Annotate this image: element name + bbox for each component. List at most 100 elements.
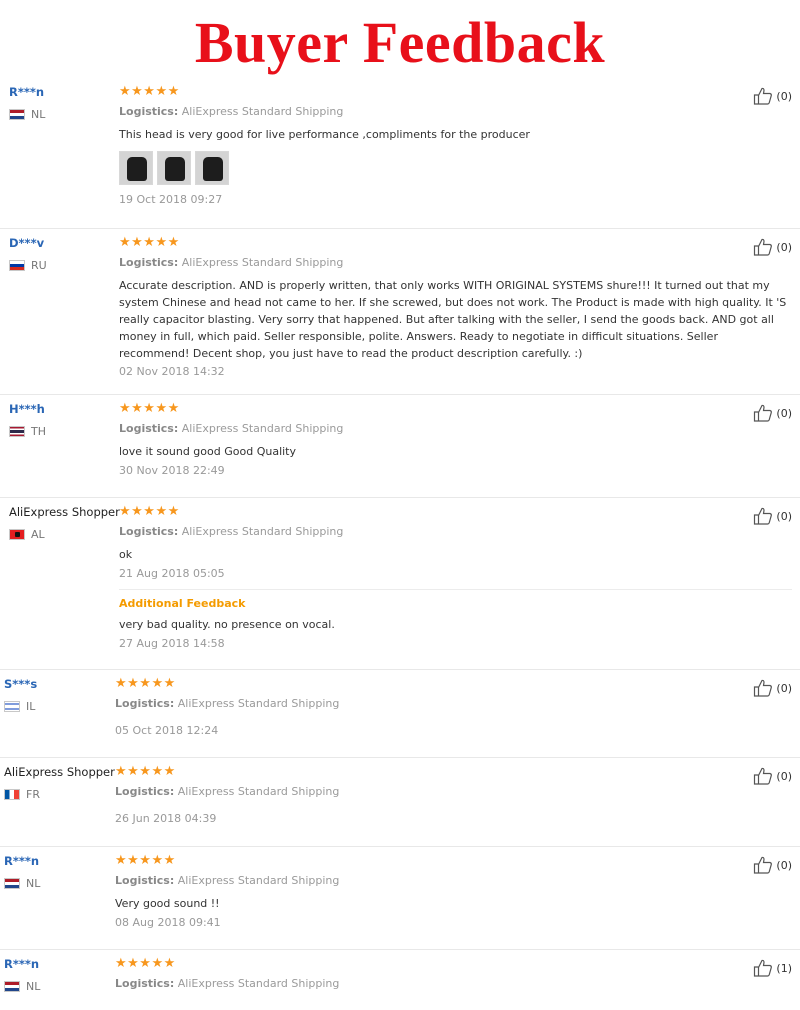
like-button[interactable]: (1) xyxy=(753,959,792,977)
flag-nl-icon xyxy=(9,109,25,120)
logistics-info: Logistics: AliExpress Standard Shipping xyxy=(119,256,740,269)
logistics-value: AliExpress Standard Shipping xyxy=(177,977,340,990)
review-item: H***h TH ★★★★★ Logistics: AliExpress Sta… xyxy=(0,395,800,498)
star-rating: ★★★★★ xyxy=(115,676,176,691)
flag-fr-icon xyxy=(4,789,20,800)
star-rating: ★★★★★ xyxy=(119,235,180,250)
review-content: ★★★★★ Logistics: AliExpress Standard Shi… xyxy=(115,853,740,930)
reviewer-info: D***v RU xyxy=(9,236,47,272)
like-button[interactable]: (0) xyxy=(753,238,792,256)
thumbs-up-icon xyxy=(754,507,773,525)
thumbs-up-icon xyxy=(754,87,773,105)
flag-ru-icon xyxy=(9,260,25,271)
like-count: (0) xyxy=(776,406,792,420)
logistics-value: AliExpress Standard Shipping xyxy=(181,105,344,118)
flag-th-icon xyxy=(9,426,25,437)
logistics-value: AliExpress Standard Shipping xyxy=(177,874,340,887)
flag-nl-icon xyxy=(4,878,20,889)
like-button[interactable]: (0) xyxy=(753,767,792,785)
review-date: 26 Jun 2018 04:39 xyxy=(115,812,217,825)
reviewer-name[interactable]: S***s xyxy=(4,677,37,691)
review-content: ★★★★★ Logistics: AliExpress Standard Shi… xyxy=(119,401,740,478)
thumbs-up-icon xyxy=(754,767,773,785)
logistics-value: AliExpress Standard Shipping xyxy=(181,525,344,538)
review-date: 19 Oct 2018 09:27 xyxy=(119,193,223,206)
logistics-info: Logistics: AliExpress Standard Shipping xyxy=(115,874,740,887)
country-code: IL xyxy=(26,700,36,713)
star-rating: ★★★★★ xyxy=(119,401,180,416)
review-photo[interactable] xyxy=(119,151,153,185)
reviewer-info: AliExpress Shopper FR xyxy=(4,765,115,801)
like-count: (0) xyxy=(776,681,792,695)
review-text: Accurate description. AND is properly wr… xyxy=(119,279,787,360)
reviewer-country: AL xyxy=(9,528,120,541)
thumbs-up-icon xyxy=(754,679,773,697)
reviewer-name[interactable]: AliExpress Shopper xyxy=(9,505,120,519)
logistics-info: Logistics: AliExpress Standard Shipping xyxy=(115,785,740,798)
review-item: D***v RU ★★★★★ Logistics: AliExpress Sta… xyxy=(0,229,800,395)
review-content: ★★★★★ Logistics: AliExpress Standard Shi… xyxy=(119,85,740,206)
review-content: ★★★★★ Logistics: AliExpress Standard Shi… xyxy=(119,505,792,650)
additional-feedback-text: very bad quality. no presence on vocal. xyxy=(119,618,335,631)
review-photos xyxy=(119,151,740,185)
star-rating: ★★★★★ xyxy=(115,853,176,868)
review-item: AliExpress Shopper AL ★★★★★ Logistics: A… xyxy=(0,498,800,670)
logistics-label: Logistics: xyxy=(119,525,179,538)
reviewer-name[interactable]: R***n xyxy=(4,854,40,868)
like-button[interactable]: (0) xyxy=(753,679,792,697)
thumbs-up-icon xyxy=(754,959,773,977)
review-date: 05 Oct 2018 12:24 xyxy=(115,724,219,737)
like-button[interactable]: (0) xyxy=(753,87,792,105)
reviewer-country: NL xyxy=(4,877,40,890)
reviewer-name[interactable]: D***v xyxy=(9,236,47,250)
review-date: 30 Nov 2018 22:49 xyxy=(119,464,225,477)
additional-feedback-divider xyxy=(119,589,792,590)
like-count: (0) xyxy=(776,509,792,523)
reviewer-info: R***n NL xyxy=(4,957,40,993)
country-code: AL xyxy=(31,528,45,541)
country-code: NL xyxy=(26,980,41,993)
review-content: ★★★★★ Logistics: AliExpress Standard Shi… xyxy=(119,235,786,379)
reviewer-country: NL xyxy=(9,108,45,121)
review-text: ok xyxy=(119,548,133,561)
reviewer-info: R***n NL xyxy=(4,854,40,890)
logistics-value: AliExpress Standard Shipping xyxy=(177,697,340,710)
reviewer-name[interactable]: AliExpress Shopper xyxy=(4,765,115,779)
feedback-list: R***n NL ★★★★★ Logistics: AliExpress Sta… xyxy=(0,78,800,1010)
reviewer-country: NL xyxy=(4,980,40,993)
review-item: R***n NL ★★★★★ Logistics: AliExpress Sta… xyxy=(0,847,800,950)
like-count: (0) xyxy=(776,769,792,783)
review-photo[interactable] xyxy=(157,151,191,185)
logistics-label: Logistics: xyxy=(119,105,179,118)
review-item: AliExpress Shopper FR ★★★★★ Logistics: A… xyxy=(0,758,800,847)
reviewer-name[interactable]: H***h xyxy=(9,402,46,416)
thumbs-up-icon xyxy=(754,238,773,256)
reviewer-name[interactable]: R***n xyxy=(4,957,40,971)
flag-nl-icon xyxy=(4,981,20,992)
country-code: FR xyxy=(26,788,40,801)
logistics-label: Logistics: xyxy=(115,977,175,990)
logistics-label: Logistics: xyxy=(115,874,175,887)
thumbs-up-icon xyxy=(754,404,773,422)
logistics-label: Logistics: xyxy=(115,785,175,798)
review-content: ★★★★★ Logistics: AliExpress Standard Shi… xyxy=(115,676,740,738)
review-photo[interactable] xyxy=(195,151,229,185)
like-count: (1) xyxy=(776,961,792,975)
country-code: RU xyxy=(31,259,47,272)
logistics-value: AliExpress Standard Shipping xyxy=(177,785,340,798)
logistics-info: Logistics: AliExpress Standard Shipping xyxy=(119,105,740,118)
like-button[interactable]: (0) xyxy=(753,507,792,525)
reviewer-name[interactable]: R***n xyxy=(9,85,45,99)
like-button[interactable]: (0) xyxy=(753,404,792,422)
logistics-info: Logistics: AliExpress Standard Shipping xyxy=(115,977,740,990)
reviewer-info: R***n NL xyxy=(9,85,45,121)
reviewer-info: AliExpress Shopper AL xyxy=(9,505,120,541)
star-rating: ★★★★★ xyxy=(119,84,180,99)
additional-feedback-title: Additional Feedback xyxy=(119,597,246,610)
like-button[interactable]: (0) xyxy=(753,856,792,874)
thumbs-up-icon xyxy=(754,856,773,874)
country-code: NL xyxy=(26,877,41,890)
flag-al-icon xyxy=(9,529,25,540)
reviewer-info: S***s IL xyxy=(4,677,37,713)
review-text: This head is very good for live performa… xyxy=(119,128,530,141)
